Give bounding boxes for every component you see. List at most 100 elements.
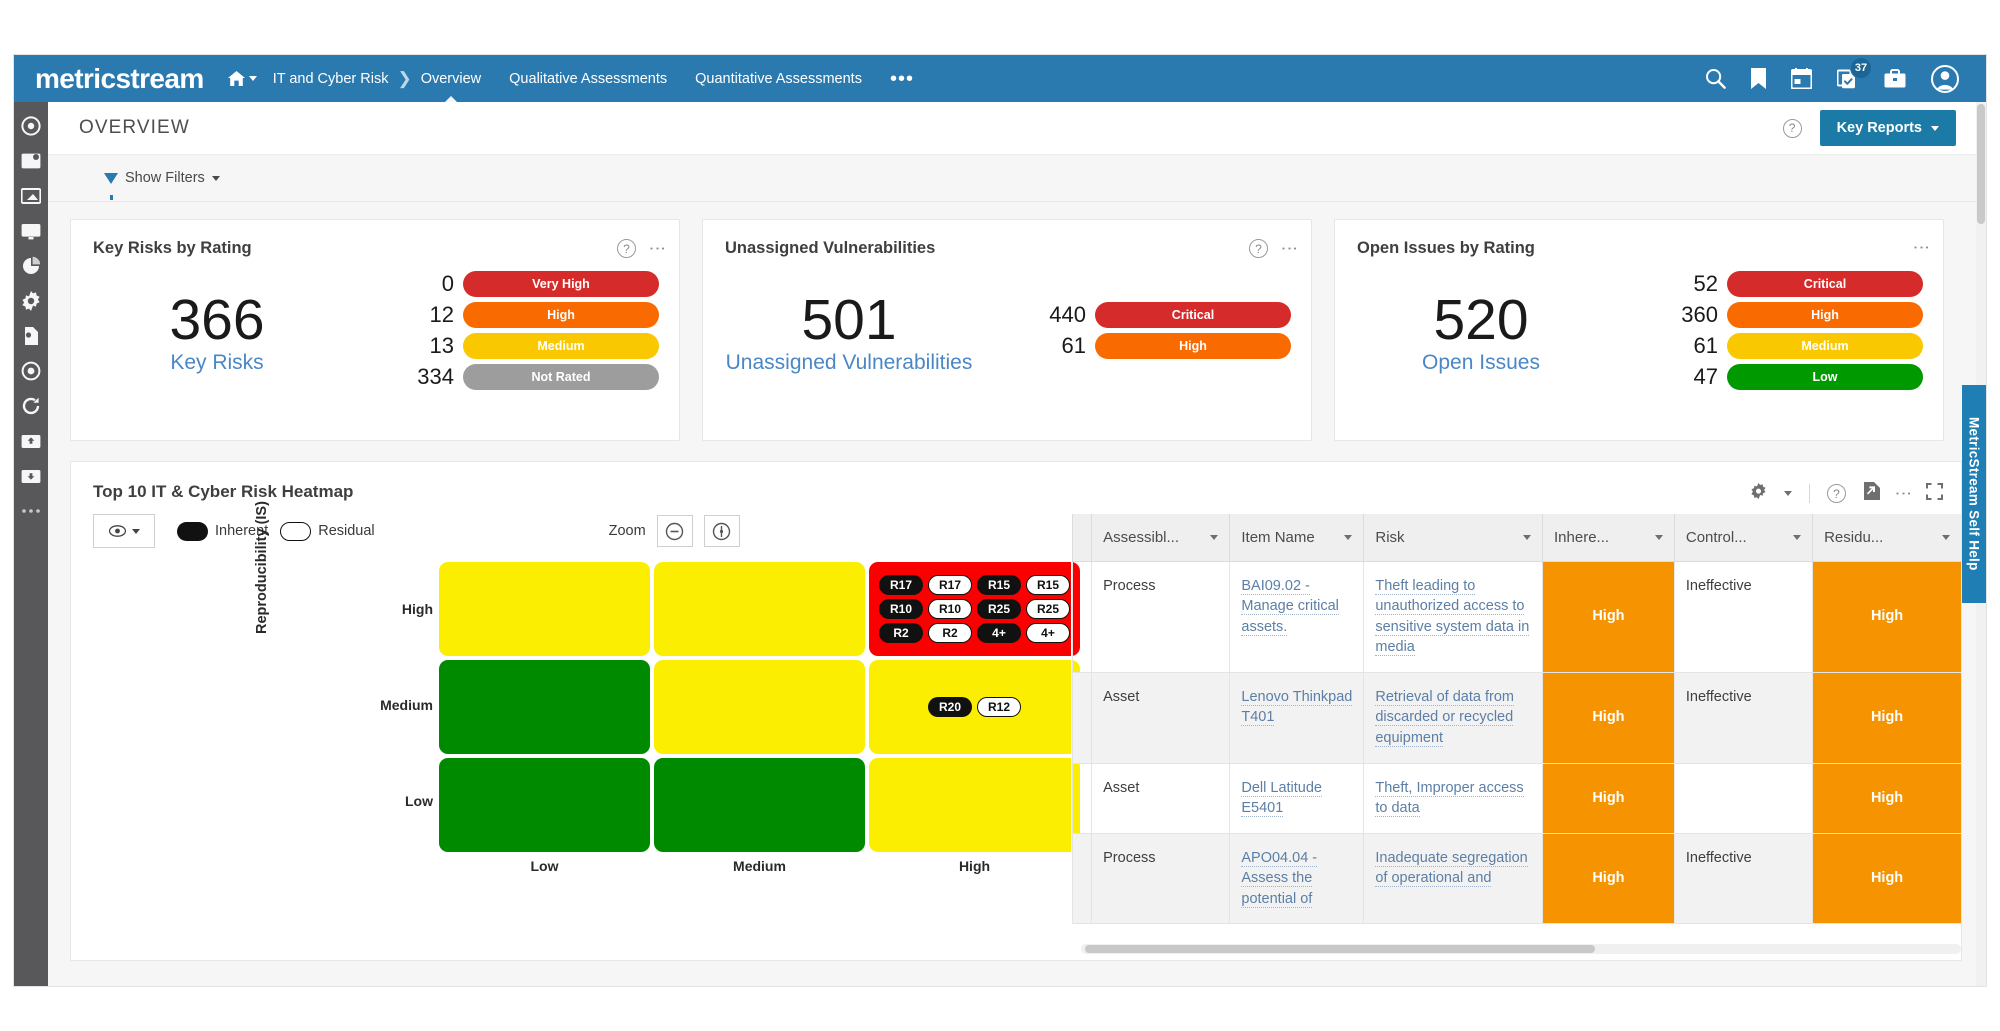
cell-risk[interactable]: Theft leading to unauthorized access to … xyxy=(1363,560,1543,673)
chevron-down-icon[interactable] xyxy=(1210,534,1219,540)
heatmap-cell-high-high[interactable]: R17 R17 R15 R15 R10 R10 R25 R25 R2 R2 4+ xyxy=(869,562,1080,656)
cell-item-name[interactable]: APO04.04 - Assess the potential of xyxy=(1229,832,1365,925)
risk-marker-inherent[interactable]: R17 xyxy=(879,575,923,595)
visibility-toggle[interactable] xyxy=(93,514,155,548)
rail-item-presentation-icon[interactable] xyxy=(21,186,41,206)
risk-marker-residual[interactable]: R10 xyxy=(928,599,972,619)
show-filters-toggle[interactable]: Show Filters xyxy=(104,170,220,200)
panel-kebab-icon[interactable]: ⋮ xyxy=(1894,485,1913,502)
heatmap-cell-low-high[interactable] xyxy=(869,758,1080,852)
gear-icon[interactable] xyxy=(1750,482,1767,505)
user-avatar-icon[interactable] xyxy=(1931,64,1959,93)
home-icon[interactable] xyxy=(227,71,257,86)
table-header-control[interactable]: Control... xyxy=(1673,514,1814,562)
rail-item-more-icon[interactable] xyxy=(21,501,41,521)
fullscreen-icon[interactable] xyxy=(1926,482,1943,505)
rail-item-inbox-in-icon[interactable] xyxy=(21,431,41,451)
card-help-icon[interactable]: ? xyxy=(617,239,636,258)
zoom-reset-icon[interactable] xyxy=(703,515,740,547)
risk-marker-inherent[interactable]: R10 xyxy=(879,599,923,619)
risk-marker-residual-overflow[interactable]: 4+ xyxy=(1026,623,1070,643)
self-help-tab[interactable]: MetricStream Self Help xyxy=(1962,385,1986,603)
chevron-down-icon[interactable] xyxy=(1523,534,1531,540)
heatmap-cell-low-medium[interactable] xyxy=(654,758,865,852)
rail-item-refresh-icon[interactable] xyxy=(21,396,41,416)
panel-help-icon[interactable]: ? xyxy=(1827,484,1846,503)
cell-item-name[interactable]: BAI09.02 - Manage critical assets. xyxy=(1229,560,1365,673)
cell-risk[interactable]: Theft, Improper access to data xyxy=(1363,762,1543,834)
kpi-bar-row[interactable]: 440 Critical xyxy=(985,302,1291,328)
heatmap-cell-high-low[interactable] xyxy=(439,562,650,656)
table-header-item-name[interactable]: Item Name xyxy=(1229,514,1365,562)
rail-item-dashboard-icon[interactable] xyxy=(21,116,41,136)
card-kebab-icon[interactable]: ⋮ xyxy=(648,240,667,257)
kpi-bar-row[interactable]: 52 Critical xyxy=(1617,271,1923,297)
table-row[interactable]: Process APO04.04 - Assess the potential … xyxy=(1072,832,1961,925)
risk-marker-inherent[interactable]: R15 xyxy=(977,575,1021,595)
kpi-bar-row[interactable]: 13 Medium xyxy=(353,333,659,359)
cell-item-name[interactable]: Lenovo Thinkpad T401 xyxy=(1229,671,1365,764)
rail-item-target-icon[interactable] xyxy=(21,361,41,381)
chevron-down-icon[interactable] xyxy=(1793,534,1802,540)
table-header-assessable[interactable]: Assessibl... xyxy=(1091,514,1231,562)
card-help-icon[interactable]: ? xyxy=(1249,239,1268,258)
risk-marker-residual[interactable]: R25 xyxy=(1026,599,1070,619)
risk-marker-residual[interactable]: R2 xyxy=(928,623,972,643)
heatmap-cell-medium-low[interactable] xyxy=(439,660,650,754)
table-header-residual[interactable]: Residu... xyxy=(1812,514,1961,562)
risk-marker-inherent[interactable]: R25 xyxy=(977,599,1021,619)
heatmap-cell-medium-medium[interactable] xyxy=(654,660,865,754)
risk-marker-residual[interactable]: R17 xyxy=(928,575,972,595)
table-row[interactable]: Asset Lenovo Thinkpad T401 Retrieval of … xyxy=(1072,671,1961,764)
kpi-total-label[interactable]: Unassigned Vulnerabilities xyxy=(713,351,985,376)
kpi-bar-row[interactable]: 12 High xyxy=(353,302,659,328)
rail-item-settings-icon[interactable] xyxy=(21,291,41,311)
zoom-out-icon[interactable] xyxy=(656,515,693,547)
risk-marker-inherent-overflow[interactable]: 4+ xyxy=(977,623,1021,643)
table-row[interactable]: Asset Dell Latitude E5401 Theft, Imprope… xyxy=(1072,762,1961,834)
rail-item-chart-icon[interactable] xyxy=(21,256,41,276)
table-row[interactable]: Process BAI09.02 - Manage critical asset… xyxy=(1072,560,1961,673)
briefcase-icon[interactable] xyxy=(1884,69,1906,88)
nav-item-overview[interactable]: Overview xyxy=(421,71,481,87)
table-header-risk[interactable]: Risk xyxy=(1363,514,1543,562)
chevron-down-icon[interactable] xyxy=(1654,534,1663,540)
chevron-down-icon[interactable] xyxy=(1344,534,1353,540)
nav-more-icon[interactable]: ••• xyxy=(890,69,914,89)
rail-item-reports-icon[interactable] xyxy=(21,151,41,171)
kpi-bar-row[interactable]: 61 Medium xyxy=(1617,333,1923,359)
kpi-bar-row[interactable]: 61 High xyxy=(985,333,1291,359)
kpi-total-label[interactable]: Open Issues xyxy=(1345,351,1617,376)
cell-risk[interactable]: Inadequate segregation of operational an… xyxy=(1363,832,1543,925)
heatmap-cell-high-medium[interactable] xyxy=(654,562,865,656)
risk-marker-residual[interactable]: R15 xyxy=(1026,575,1070,595)
rail-item-monitor-icon[interactable] xyxy=(21,221,41,241)
kpi-bar-row[interactable]: 360 High xyxy=(1617,302,1923,328)
table-header-inherent[interactable]: Inhere... xyxy=(1542,514,1675,562)
key-reports-button[interactable]: Key Reports xyxy=(1819,110,1956,146)
rail-item-inbox-out-icon[interactable] xyxy=(21,466,41,486)
export-icon[interactable] xyxy=(1863,482,1880,505)
table-hscroll-thumb[interactable] xyxy=(1085,945,1595,953)
bookmark-icon[interactable] xyxy=(1751,68,1766,89)
nav-item-qualitative-assessments[interactable]: Qualitative Assessments xyxy=(509,71,667,87)
heatmap-cell-low-low[interactable] xyxy=(439,758,650,852)
risk-marker-inherent[interactable]: R20 xyxy=(928,697,972,717)
brand-logo[interactable]: metricstream xyxy=(35,64,204,93)
risk-marker-residual[interactable]: R12 xyxy=(977,697,1021,717)
risk-marker-inherent[interactable]: R2 xyxy=(879,623,923,643)
rail-item-document-icon[interactable] xyxy=(21,326,41,346)
card-kebab-icon[interactable]: ⋮ xyxy=(1280,240,1299,257)
table-horizontal-scrollbar[interactable] xyxy=(1081,944,1961,954)
calendar-icon[interactable] xyxy=(1791,68,1812,89)
chevron-down-icon[interactable] xyxy=(1784,491,1792,496)
kpi-bar-row[interactable]: 0 Very High xyxy=(353,271,659,297)
cell-risk[interactable]: Retrieval of data from discarded or recy… xyxy=(1363,671,1543,764)
search-icon[interactable] xyxy=(1705,68,1726,89)
app-scroll-thumb[interactable] xyxy=(1977,104,1985,224)
breadcrumb-root[interactable]: IT and Cyber Risk xyxy=(273,71,389,87)
kpi-bar-row[interactable]: 47 Low xyxy=(1617,364,1923,390)
kpi-bar-row[interactable]: 334 Not Rated xyxy=(353,364,659,390)
nav-item-quantitative-assessments[interactable]: Quantitative Assessments xyxy=(695,71,862,87)
kpi-total-label[interactable]: Key Risks xyxy=(81,351,353,376)
